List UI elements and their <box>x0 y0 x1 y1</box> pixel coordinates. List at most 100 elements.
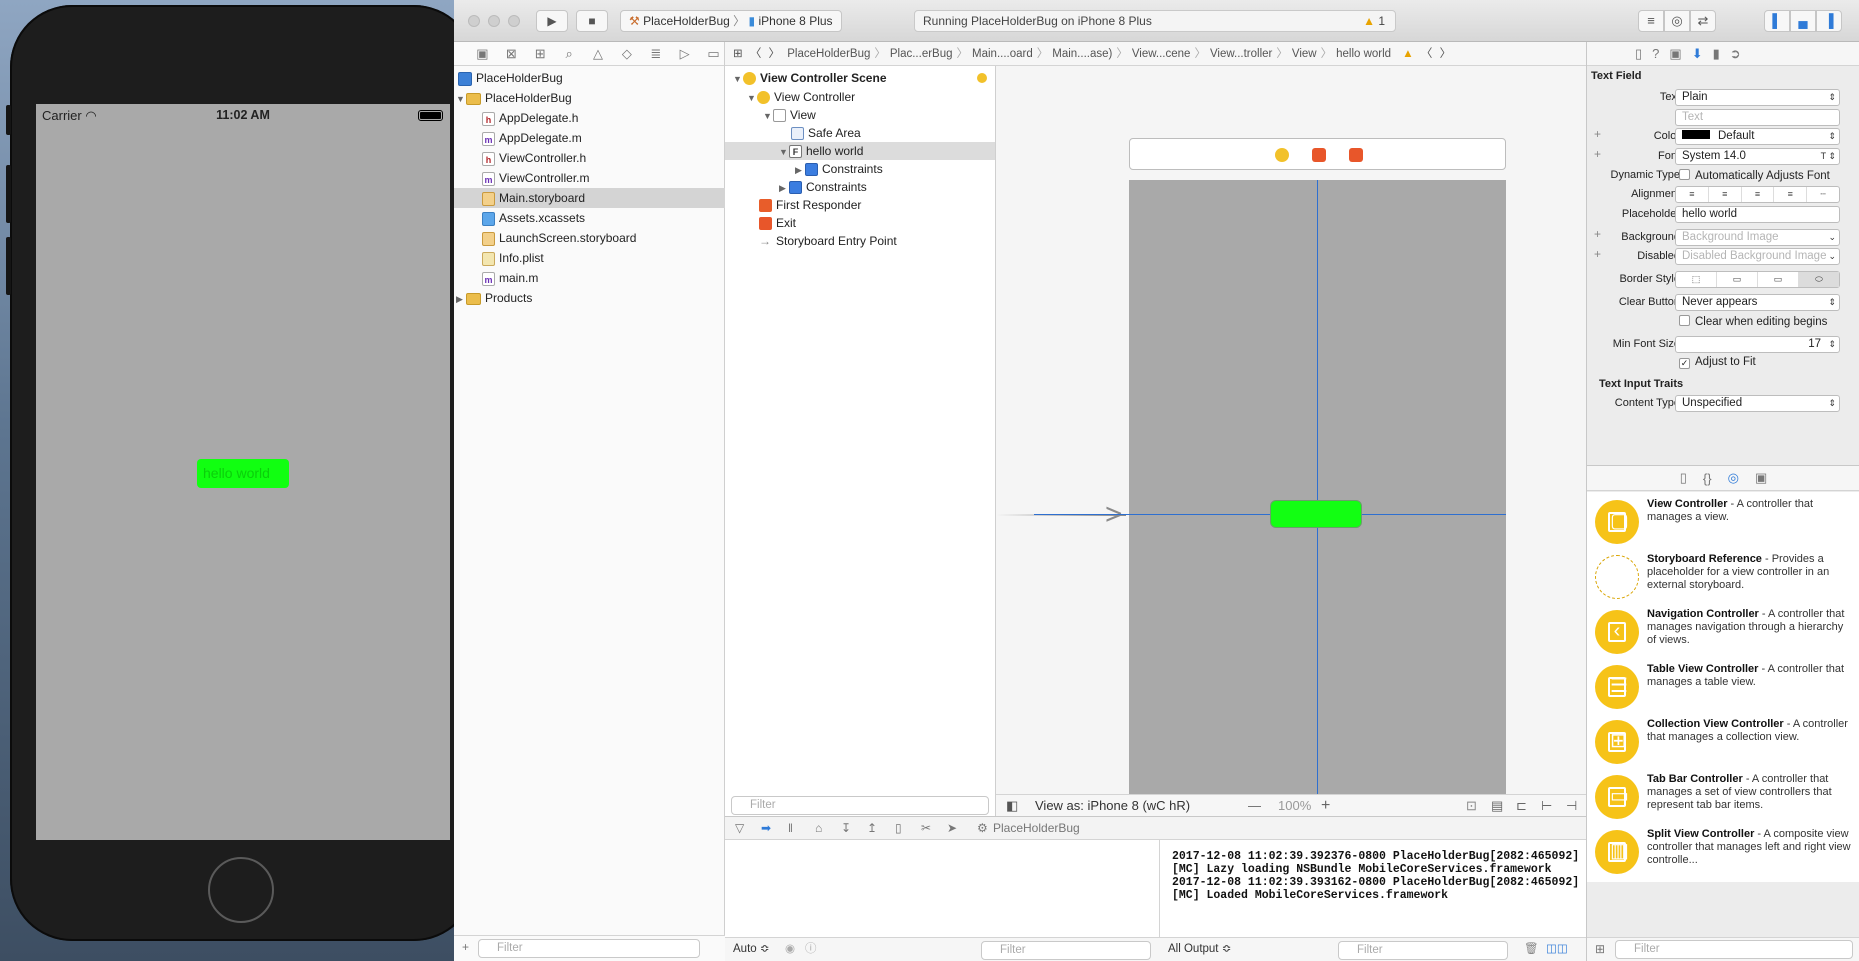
file-row[interactable]: Main.storyboard <box>454 188 725 208</box>
quick-help-icon[interactable]: ? <box>1652 46 1659 61</box>
jump-bar-item[interactable]: View <box>1292 48 1317 60</box>
add-constraints-icon[interactable]: ⊢ <box>1541 795 1552 817</box>
hello-world-text-field[interactable]: hello world <box>197 459 289 488</box>
report-icon[interactable]: ▭ <box>703 46 724 62</box>
toggle-navigator-button[interactable]: ▌ <box>1764 10 1790 32</box>
close-window-button[interactable] <box>468 15 480 27</box>
scheme-name[interactable]: PlaceHolderBug <box>643 14 730 28</box>
run-button[interactable]: ▶ <box>536 10 568 32</box>
library-item[interactable]: Storyboard Reference - Provides a placeh… <box>1587 547 1859 607</box>
warning-icon[interactable]: ▲ <box>1402 48 1413 60</box>
jump-bar-item[interactable]: hello world <box>1336 48 1391 60</box>
previous-issue-icon[interactable]: 〈 <box>1421 48 1433 60</box>
memory-graph-icon[interactable]: ✂ <box>921 817 931 839</box>
add-icon[interactable]: + <box>462 940 469 954</box>
library-item[interactable]: ☰ Table View Controller - A controller th… <box>1587 657 1859 717</box>
embed-in-stack-icon[interactable]: ▤ <box>1491 795 1503 817</box>
next-issue-icon[interactable]: 〉 <box>1440 48 1452 60</box>
exit-dock-icon[interactable] <box>1349 148 1363 162</box>
storyboard-text-field[interactable] <box>1270 500 1362 528</box>
file-row[interactable]: m AppDelegate.m <box>454 128 725 148</box>
outline-view[interactable]: ▼ View <box>725 106 995 124</box>
clear-button-popup[interactable]: Never appears ⇕ <box>1675 294 1840 311</box>
symbol-icon[interactable]: ⊞ <box>530 46 551 62</box>
search-icon[interactable]: ⌕ <box>559 46 580 62</box>
update-frames-icon[interactable]: ⊡ <box>1466 795 1477 817</box>
file-row[interactable]: h ViewController.h <box>454 148 725 168</box>
file-row[interactable]: h AppDelegate.h <box>454 108 725 128</box>
first-responder-dock-icon[interactable] <box>1312 148 1326 162</box>
library-item[interactable]: ▭ Tab Bar Controller - A controller that … <box>1587 767 1859 827</box>
stop-button[interactable]: ■ <box>576 10 608 32</box>
group-row[interactable]: ▼ PlaceHolderBug <box>454 88 725 108</box>
size-inspector-icon[interactable]: ▮ <box>1713 46 1720 62</box>
back-icon[interactable]: 〈 <box>750 48 762 60</box>
library-item[interactable]: ▢ View Controller - A controller that man… <box>1587 492 1859 552</box>
outline-first-responder[interactable]: First Responder <box>725 196 995 214</box>
split-view-icon[interactable]: ◫◫ <box>1546 938 1568 960</box>
project-row[interactable]: PlaceHolderBug <box>454 68 725 88</box>
text-type-popup[interactable]: Plain ⇕ <box>1675 89 1840 106</box>
library-filter-input[interactable]: Filter <box>1615 940 1853 959</box>
assistant-editor-button[interactable]: ◎ <box>1664 10 1690 32</box>
trash-icon[interactable]: 🗑 <box>1524 938 1539 960</box>
navigator-filter-input[interactable]: Filter <box>478 939 700 958</box>
info-icon[interactable]: ⓘ <box>805 938 817 960</box>
placeholder-field[interactable]: hello world <box>1675 206 1840 223</box>
color-popup[interactable]: Default ⇕ <box>1675 128 1840 145</box>
variables-filter-input[interactable]: Filter <box>981 941 1151 960</box>
jump-bar-item[interactable]: Main....oard <box>972 48 1033 60</box>
hide-debug-icon[interactable]: ▽ <box>735 817 744 839</box>
device-name[interactable]: iPhone 8 Plus <box>758 14 832 28</box>
file-row[interactable]: Info.plist <box>454 248 725 268</box>
object-library-icon[interactable]: ◎ <box>1728 470 1739 486</box>
file-row[interactable]: m main.m <box>454 268 725 288</box>
products-group-row[interactable]: ▶ Products <box>454 288 725 308</box>
simulator-screen[interactable]: Carrier ◠ 11:02 AM hello world <box>36 104 450 840</box>
scheme-selector[interactable]: ⚒ PlaceHolderBug 〉 ▮ iPhone 8 Plus <box>620 10 842 32</box>
zoom-level[interactable]: 100% <box>1278 795 1311 817</box>
view-as-button[interactable]: View as: iPhone 8 (wC hR) <box>1035 795 1190 817</box>
interface-builder-canvas[interactable]: > <box>996 66 1586 794</box>
connections-inspector-icon[interactable]: ➲ <box>1730 46 1741 62</box>
outline-text-field[interactable]: ▼ Fhello world <box>725 142 995 160</box>
border-style-control[interactable]: ⬚ ▭ ▭ ⬭ <box>1675 271 1840 288</box>
attributes-inspector-icon[interactable]: ⬇ <box>1692 46 1703 62</box>
file-inspector-icon[interactable]: ▯ <box>1635 46 1642 62</box>
zoom-out-icon[interactable]: — <box>1248 795 1261 817</box>
issue-icon[interactable]: △ <box>588 46 609 62</box>
code-snippet-icon[interactable]: {} <box>1703 471 1712 486</box>
adjust-to-fit-checkbox[interactable]: ✓ Adjust to Fit <box>1679 356 1756 369</box>
outline-safe-area[interactable]: Safe Area <box>725 124 995 142</box>
outline-constraints-inner[interactable]: ▶ Constraints <box>725 160 995 178</box>
add-variation-icon[interactable]: + <box>1594 127 1601 141</box>
standard-editor-button[interactable]: ≡ <box>1638 10 1664 32</box>
forward-icon[interactable]: 〉 <box>769 48 781 60</box>
zoom-in-icon[interactable]: + <box>1321 795 1330 817</box>
min-font-size-stepper[interactable]: 17 ⇕ <box>1675 336 1840 353</box>
align-icon[interactable]: ⊏ <box>1516 795 1527 817</box>
add-variation-icon[interactable]: + <box>1594 247 1601 261</box>
outline-constraints-outer[interactable]: ▶ Constraints <box>725 178 995 196</box>
content-type-popup[interactable]: Unspecified ⇕ <box>1675 395 1840 412</box>
auto-scope-selector[interactable]: Auto ≎ <box>733 938 770 960</box>
version-editor-button[interactable]: ⇄ <box>1690 10 1716 32</box>
warning-indicator[interactable]: ▲ 1 <box>1363 11 1385 31</box>
media-library-icon[interactable]: ▣ <box>1755 470 1767 486</box>
debug-icon[interactable]: ≣ <box>645 46 666 62</box>
jump-bar-item[interactable]: Main....ase) <box>1052 48 1112 60</box>
outline-entry-point[interactable]: → Storyboard Entry Point <box>725 232 995 250</box>
breakpoint-icon[interactable]: ▷ <box>674 46 695 62</box>
outline-view-controller[interactable]: ▼ View Controller <box>725 88 995 106</box>
background-image-popup[interactable]: Background Image ⌄ <box>1675 229 1840 246</box>
breakpoints-toggle-icon[interactable]: ➡ <box>761 817 771 839</box>
resolve-issues-icon[interactable]: ⊣ <box>1566 795 1577 817</box>
file-template-icon[interactable]: ▯ <box>1680 470 1687 486</box>
view-controller-dock-icon[interactable] <box>1275 148 1289 162</box>
disabled-image-popup[interactable]: Disabled Background Image ⌄ <box>1675 248 1840 265</box>
step-in-icon[interactable]: ↧ <box>841 817 851 839</box>
outline-scene[interactable]: ▼ View Controller Scene <box>725 69 995 87</box>
outline-filter-input[interactable]: Filter <box>731 796 989 815</box>
location-icon[interactable]: ➤ <box>947 817 957 839</box>
outline-toggle-icon[interactable]: ◧ <box>1006 795 1018 817</box>
